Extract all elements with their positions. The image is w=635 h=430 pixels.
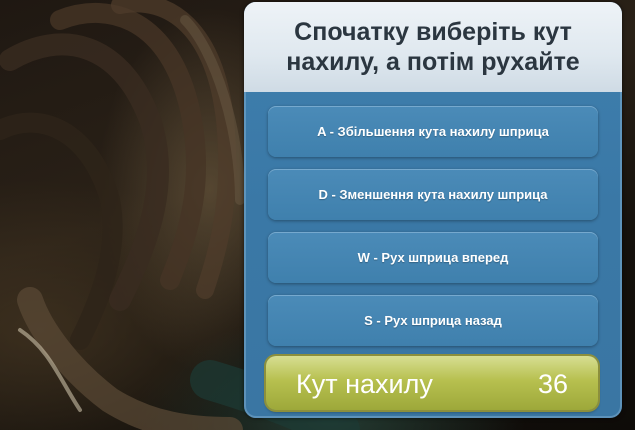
panel-title: Спочатку виберіть кут нахилу, а потім ру… [286, 18, 580, 76]
angle-value: 36 [537, 369, 568, 399]
option-increase-angle[interactable]: A - Збільшення кута нахилу шприца [268, 106, 598, 157]
control-instructions-panel: Спочатку виберіть кут нахилу, а потім ру… [244, 2, 622, 418]
option-label: W - Рух шприца вперед [357, 250, 509, 265]
angle-readout: Кут нахилу 36 [266, 356, 598, 410]
option-move-forward[interactable]: W - Рух шприца вперед [268, 232, 598, 283]
option-label: A - Збільшення кута нахилу шприца [317, 124, 549, 139]
option-move-backward[interactable]: S - Рух шприца назад [268, 295, 598, 346]
angle-label: Кут нахилу [296, 369, 433, 399]
panel-header: Спочатку виберіть кут нахилу, а потім ру… [244, 2, 622, 92]
option-decrease-angle[interactable]: D - Зменшення кута нахилу шприца [268, 169, 598, 220]
option-label: S - Рух шприца назад [364, 313, 502, 328]
option-label: D - Зменшення кута нахилу шприца [318, 187, 548, 202]
